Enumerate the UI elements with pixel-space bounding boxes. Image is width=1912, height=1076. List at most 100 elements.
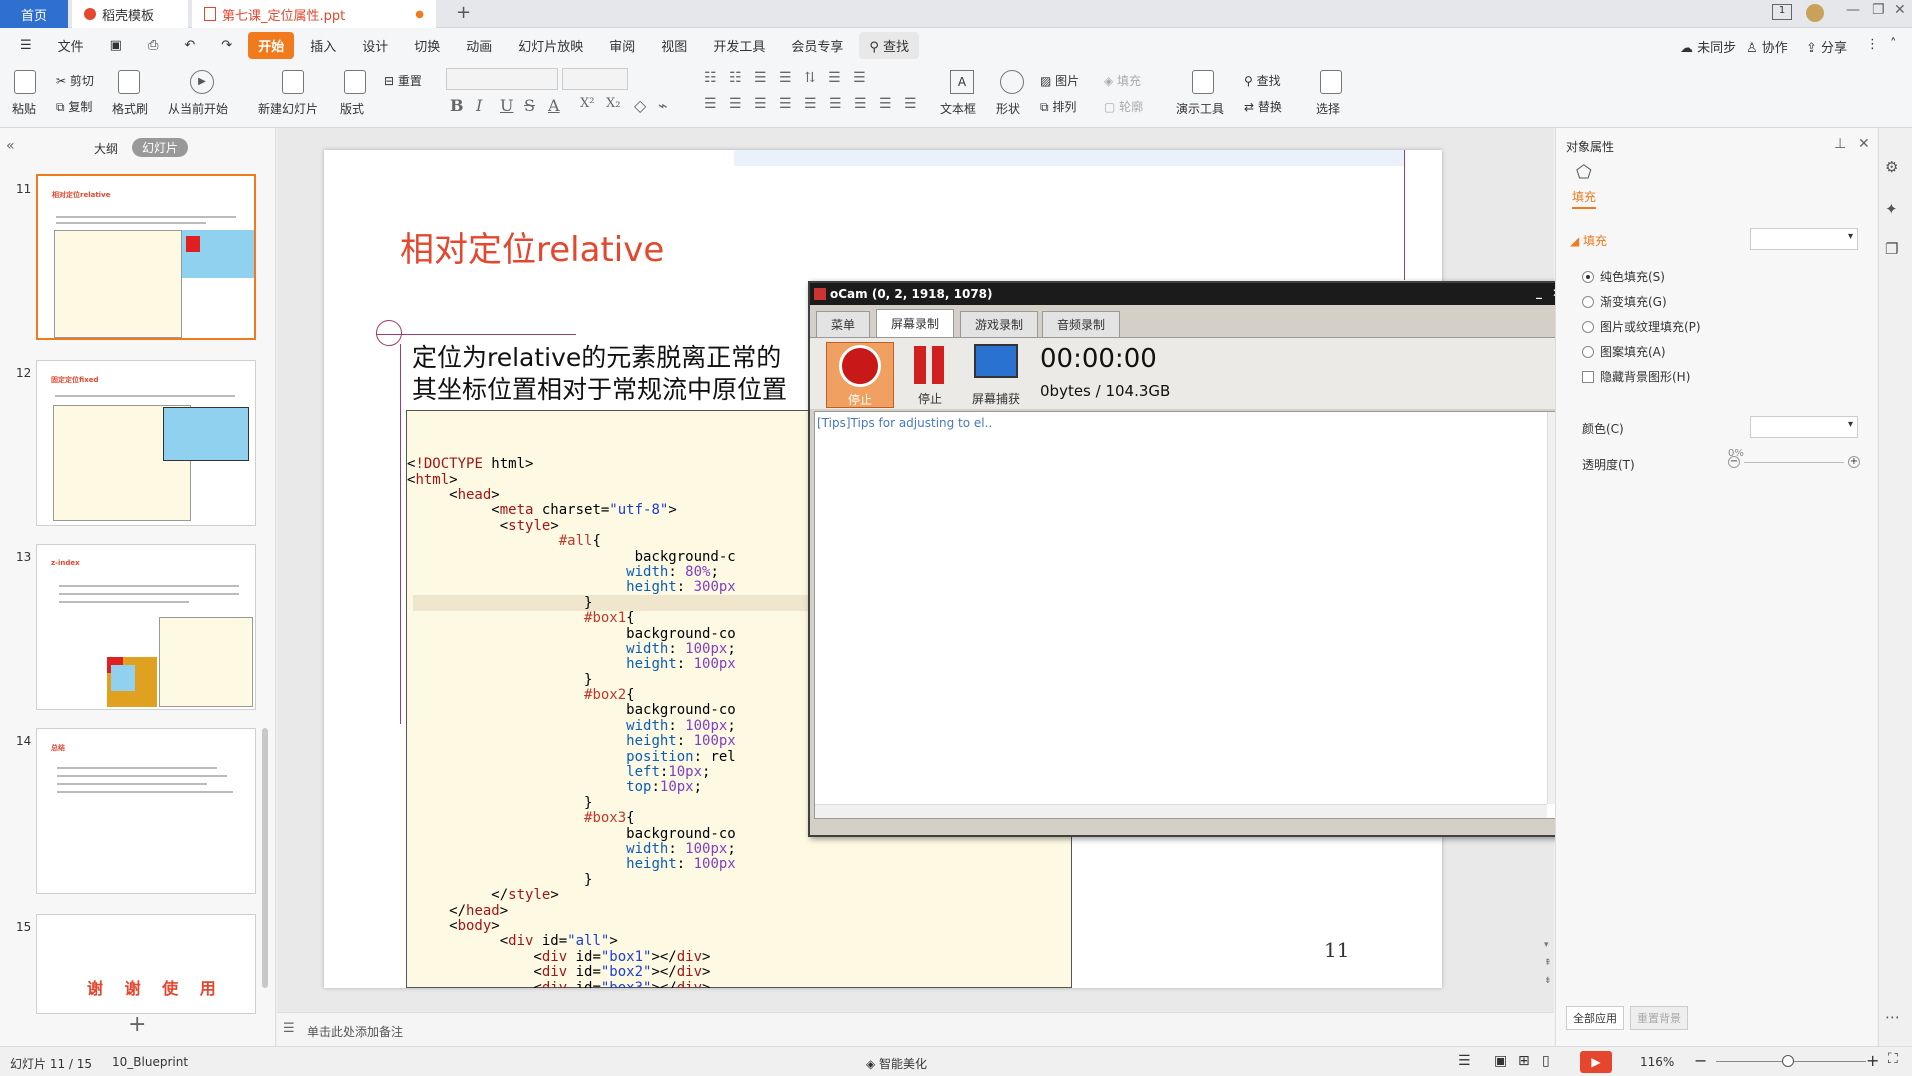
copy-button[interactable]: ⧉ 复制 (56, 98, 92, 115)
menu-slideshow[interactable]: 幻灯片放映 (508, 32, 593, 59)
ocam-tab-game-record[interactable]: 游戏录制 (960, 311, 1039, 337)
tab-outline[interactable]: 大纲 (94, 140, 118, 157)
properties-icon[interactable]: ⚙ (1885, 158, 1898, 176)
bold-icon[interactable]: B (450, 96, 464, 115)
transparency-plus-icon[interactable]: + (1848, 456, 1860, 468)
font-size-select[interactable] (562, 68, 628, 90)
option-hide-background[interactable]: 隐藏背景图形(H) (1582, 368, 1690, 385)
reset-background-button[interactable]: 重置背景 (1630, 1006, 1688, 1030)
collab-button[interactable]: ♙ 协作 (1746, 37, 1788, 56)
option-solid-fill[interactable]: 纯色填充(S) (1582, 268, 1665, 285)
layout-button[interactable]: 版式 (340, 100, 364, 117)
ocam-log-area[interactable]: [Tips]Tips for adjusting to el.. (814, 411, 1560, 819)
ocam-capture-button[interactable]: 屏幕捕获 (966, 342, 1026, 408)
radio-picture[interactable] (1582, 320, 1594, 333)
ocam-tab-menu[interactable]: 菜单 (816, 311, 871, 337)
save-icon[interactable]: ▣ (100, 34, 132, 57)
ocam-minimize-icon[interactable]: _ (1536, 285, 1542, 299)
replace-button[interactable]: ⇄ 替换 (1244, 98, 1282, 115)
subscript-icon[interactable]: X₂ (606, 96, 620, 111)
menu-animation[interactable]: 动画 (456, 32, 502, 59)
thumbnail-slide-13[interactable]: z-index (36, 544, 256, 710)
option-gradient-fill[interactable]: 渐变填充(G) (1582, 293, 1667, 310)
fill-type-select[interactable]: ▾ (1750, 228, 1858, 250)
superscript-icon[interactable]: X² (580, 96, 594, 111)
apply-all-button[interactable]: 全部应用 (1566, 1006, 1624, 1030)
tab-slides[interactable]: 幻灯片 (132, 138, 189, 157)
radio-pattern[interactable] (1582, 345, 1594, 358)
new-slide-button[interactable]: 新建幻灯片 (258, 100, 318, 117)
transparency-slider[interactable] (1744, 462, 1844, 463)
minimize-icon[interactable]: — (1846, 2, 1860, 18)
format-painter-button[interactable]: 格式刷 (112, 100, 148, 117)
cut-button[interactable]: ✂ 剪切 (56, 72, 94, 89)
radio-solid[interactable] (1582, 270, 1594, 283)
menu-design[interactable]: 设计 (352, 32, 398, 59)
menu-member[interactable]: 会员专享 (781, 32, 853, 59)
more-tools-icon[interactable]: ⋯ (1885, 1008, 1900, 1026)
ocam-hscroll[interactable] (815, 804, 1547, 818)
color-select[interactable]: ▾ (1750, 416, 1858, 438)
fit-window-icon[interactable]: ⛶ (1888, 1051, 1898, 1067)
redo-icon[interactable]: ↷ (211, 34, 242, 57)
italic-icon[interactable]: I (476, 96, 482, 115)
shape-button[interactable]: 形状 (996, 100, 1020, 117)
menu-review[interactable]: 审阅 (599, 32, 645, 59)
strikethrough-icon[interactable]: S (524, 96, 535, 115)
view-outline-icon[interactable]: ▣ (1494, 1053, 1507, 1069)
undo-icon[interactable]: ↶ (174, 34, 205, 57)
fill-button[interactable]: ◈ 填充 (1104, 72, 1141, 89)
slideshow-play-button[interactable]: ▶ (1580, 1051, 1612, 1073)
ocam-tab-audio-record[interactable]: 音频录制 (1042, 311, 1121, 337)
zoom-out-icon[interactable]: − (1694, 1051, 1707, 1070)
fill-section-tab[interactable]: 填充 (1572, 188, 1597, 209)
editor-scroll-arrows[interactable]: ▾ ⇞ ⇟ (1544, 936, 1552, 990)
option-pattern-fill[interactable]: 图案填充(A) (1582, 343, 1666, 360)
fill-header[interactable]: ◢ 填充 (1570, 232, 1607, 249)
tab-template[interactable]: 稻壳模板 (72, 0, 188, 28)
picture-button[interactable]: ▨ 图片 (1040, 72, 1079, 89)
menu-transition[interactable]: 切换 (404, 32, 450, 59)
zoom-level[interactable]: 116% (1640, 1055, 1674, 1069)
beautify-button[interactable]: ◈ 智能美化 (866, 1055, 927, 1072)
panel-title[interactable]: 对象属性 (1566, 138, 1614, 155)
user-avatar[interactable] (1806, 4, 1824, 22)
tab-home[interactable]: 首页 (0, 0, 68, 28)
more-icon[interactable]: ⋮ (1866, 37, 1879, 52)
search-button[interactable]: ⚲ 查找 (859, 31, 920, 59)
thumbnail-slide-11[interactable]: 相对定位relative (36, 174, 256, 340)
font-color-icon[interactable]: A (548, 96, 560, 115)
slides-scrollbar[interactable] (262, 728, 268, 988)
checkbox-hide-bg[interactable] (1582, 370, 1594, 383)
outline-button[interactable]: ▢ 轮廓 (1104, 98, 1143, 115)
window-count-icon[interactable]: 1 (1772, 4, 1792, 20)
pin-icon[interactable]: ⊥ (1834, 136, 1846, 152)
highlight-icon[interactable]: ⌁ (658, 96, 668, 115)
view-sorter-icon[interactable]: ⊞ (1518, 1053, 1530, 1069)
tab-document[interactable]: 第七课_定位属性.ppt ● (192, 0, 436, 28)
new-tab-icon[interactable]: + (456, 2, 471, 23)
ocam-titlebar[interactable]: oCam (0, 2, 1918, 1078) _ ✕ (810, 283, 1570, 305)
hamburger-icon[interactable]: ☰ (10, 34, 42, 57)
close-window-icon[interactable]: ✕ (1894, 2, 1906, 18)
thumbnail-slide-14[interactable]: 总结 (36, 728, 256, 894)
thumbnail-slide-15[interactable]: 谢 谢 使 用 (36, 914, 256, 1014)
menu-file[interactable]: 文件 (48, 32, 94, 59)
ocam-stop-button[interactable]: 停止 (826, 342, 894, 408)
select-button[interactable]: 选择 (1316, 100, 1340, 117)
notes-bar[interactable]: ☰ 单击此处添加备注 (277, 1012, 1554, 1046)
radio-gradient[interactable] (1582, 295, 1594, 308)
slide-icon[interactable]: ❐ (1885, 240, 1898, 258)
menu-view[interactable]: 视图 (651, 32, 697, 59)
animation-icon[interactable]: ✦ (1885, 200, 1898, 218)
textbox-button[interactable]: 文本框 (940, 100, 976, 117)
zoom-slider-thumb[interactable] (1782, 1055, 1794, 1067)
menu-home[interactable]: 开始 (248, 31, 295, 59)
transparency-minus-icon[interactable]: − (1728, 456, 1740, 468)
underline-icon[interactable]: U (500, 96, 513, 115)
reset-button[interactable]: ⊟ 重置 (384, 72, 422, 89)
option-picture-fill[interactable]: 图片或纹理填充(P) (1582, 318, 1701, 335)
sync-status[interactable]: ☁ 未同步 (1680, 37, 1736, 56)
play-from-current-button[interactable]: 从当前开始 (168, 100, 228, 117)
collapse-ribbon-icon[interactable]: ˄ (1890, 37, 1897, 52)
